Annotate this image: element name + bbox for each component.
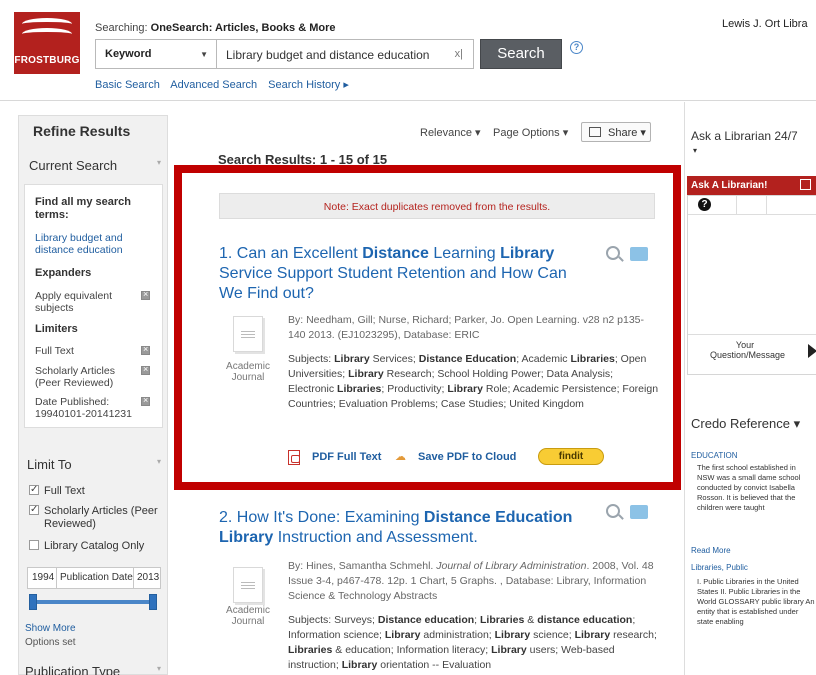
add-to-folder-icon[interactable] [630, 505, 648, 519]
message-label: Your Question/Message [710, 340, 786, 360]
result-subjects: Subjects: Surveys; Distance education; L… [288, 614, 657, 671]
duplicates-note: Note: Exact duplicates removed from the … [219, 193, 655, 219]
current-search-box: Find all my search terms: Library budget… [24, 184, 163, 428]
credo-snippet: I. Public Libraries in the United States… [697, 577, 815, 626]
full-text-checkbox[interactable]: Full Text [29, 483, 85, 498]
slider-handle-end[interactable] [149, 594, 157, 610]
result-subjects: Subjects: Library Services; Distance Edu… [288, 353, 659, 410]
publication-date-range: 1994 Publication Date 2013 [27, 567, 161, 589]
checkbox-checked-icon[interactable] [29, 483, 39, 496]
date-to-input[interactable]: 2013 [137, 572, 159, 583]
search-term-link[interactable]: Library budget and distance education [35, 232, 155, 256]
right-sidebar: Ask a Librarian 24/7 ▾ Ask A Librarian! … [684, 102, 816, 675]
share-icon [589, 127, 601, 137]
result-byline: By: Needham, Gill; Nurse, Richard; Parke… [288, 314, 645, 341]
collapse-icon[interactable]: ▾ [157, 158, 161, 167]
catalog-only-checkbox[interactable]: Library Catalog Only [29, 540, 144, 553]
preview-icon[interactable] [606, 504, 620, 518]
doc-type-label: Academic Journal [226, 361, 270, 383]
options-set-label: Options set [25, 637, 76, 648]
header: FROSTBURG Searching: OneSearch: Articles… [0, 0, 816, 101]
find-all-terms-label: Find all my search terms: [35, 196, 131, 221]
limiters-heading: Limiters [35, 323, 78, 335]
scholarly-checkbox[interactable]: Scholarly Articles (Peer [29, 503, 158, 518]
publication-type-title[interactable]: Publication Type [25, 664, 120, 675]
search-field-select[interactable]: Keyword ▼ [95, 39, 217, 69]
chat-widget: ? Your Question/Message [687, 195, 816, 375]
findit-button[interactable]: findit [538, 448, 604, 465]
result-actions [606, 246, 656, 264]
clear-search-icon[interactable]: x| [455, 48, 463, 60]
limiter-item: Scholarly Articles (Peer Reviewed) [35, 365, 115, 389]
chevron-down-icon: ▼ [200, 50, 208, 59]
result-links: PDF Full Text ☁ Save PDF to Cloud findit [288, 448, 618, 468]
pdf-full-text-link[interactable]: PDF Full Text [312, 451, 381, 463]
limiter-item: Date Published: 19940101-20141231 [35, 396, 132, 420]
page-options[interactable]: Page Options ▾ [493, 126, 568, 139]
cloud-icon[interactable]: ☁ [395, 450, 406, 463]
result-byline: By: Hines, Samantha Schmehl. Journal of … [288, 560, 654, 602]
limit-to-title[interactable]: Limit To [27, 457, 72, 472]
logo-text: FROSTBURG [14, 55, 80, 66]
searching-label: Searching: OneSearch: Articles, Books & … [95, 22, 336, 34]
collapse-icon[interactable]: ▾ [157, 457, 161, 466]
search-target[interactable]: OneSearch: Articles, Books & More [151, 22, 336, 34]
basic-search-link[interactable]: Basic Search [95, 79, 160, 91]
advanced-search-link[interactable]: Advanced Search [170, 79, 257, 91]
result-actions [606, 504, 656, 522]
popout-icon[interactable] [800, 179, 811, 190]
ask-librarian-bar: Ask A Librarian! [687, 176, 816, 195]
relevance-sort[interactable]: Relevance ▾ [420, 126, 481, 139]
search-history-link[interactable]: Search History ▸ [268, 79, 349, 91]
expander-item: Apply equivalent subjects [35, 290, 113, 314]
results-toolbar: Relevance ▾ Page Options ▾ Share ▾ [420, 122, 660, 144]
pdf-icon[interactable] [288, 450, 300, 465]
preview-icon[interactable] [606, 246, 620, 260]
checkbox-icon[interactable] [29, 540, 39, 550]
share-button[interactable]: Share ▾ [581, 122, 651, 142]
limiter-item: Full Text [35, 345, 74, 357]
credo-reference-heading[interactable]: Credo Reference ▾ [691, 416, 800, 432]
refine-results-title: Refine Results [33, 123, 131, 139]
results-heading: Search Results: 1 - 15 of 15 [218, 152, 388, 167]
date-label: Publication Date [60, 572, 133, 583]
current-search-title[interactable]: Current Search [29, 158, 117, 173]
ask-librarian-heading[interactable]: Ask a Librarian 24/7 [691, 129, 798, 143]
date-from-input[interactable]: 1994 [32, 572, 54, 583]
send-icon[interactable] [808, 344, 816, 358]
expanders-heading: Expanders [35, 267, 92, 279]
logo-swoosh-icon [22, 28, 72, 40]
collapse-icon[interactable]: ▾ [157, 664, 161, 673]
search-input[interactable]: Library budget and distance education x| [216, 39, 474, 69]
credo-link-education[interactable]: EDUCATION [691, 451, 738, 460]
result-title-2[interactable]: 2. How It's Done: Examining Distance Edu… [219, 508, 579, 548]
library-name: Lewis J. Ort Libra [722, 18, 808, 30]
search-links: Basic Search Advanced Search Search Hist… [95, 78, 357, 91]
slider-handle-start[interactable] [29, 594, 37, 610]
chevron-down-icon[interactable]: ▾ [693, 146, 697, 155]
doc-type-label: Academic Journal [226, 605, 270, 627]
help-icon[interactable]: ? [570, 41, 583, 54]
refine-results-panel: Refine Results Current Search ▾ Find all… [18, 115, 168, 675]
date-slider[interactable] [29, 594, 157, 610]
remove-icon[interactable] [141, 364, 150, 375]
message-input[interactable]: Your Question/Message [688, 334, 816, 366]
remove-icon[interactable] [141, 344, 150, 355]
credo-link-libraries[interactable]: Libraries, Public [691, 563, 748, 572]
search-button[interactable]: Search [480, 39, 562, 69]
checkbox-checked-icon[interactable] [29, 503, 39, 516]
result-title-1[interactable]: 1. Can an Excellent Distance Learning Li… [219, 244, 579, 304]
academic-journal-icon [233, 316, 263, 352]
scholarly-label-cont: Reviewed) [44, 518, 96, 530]
show-more-link[interactable]: Show More [25, 623, 76, 634]
save-pdf-cloud-link[interactable]: Save PDF to Cloud [418, 451, 516, 463]
academic-journal-icon [233, 567, 263, 603]
add-to-folder-icon[interactable] [630, 247, 648, 261]
remove-icon[interactable] [141, 395, 150, 406]
credo-read-more[interactable]: Read More [691, 546, 731, 555]
credo-snippet: The first school established in NSW was … [697, 463, 801, 512]
question-icon[interactable]: ? [698, 198, 711, 211]
remove-icon[interactable] [141, 289, 150, 300]
frostburg-logo[interactable]: FROSTBURG [14, 12, 80, 74]
